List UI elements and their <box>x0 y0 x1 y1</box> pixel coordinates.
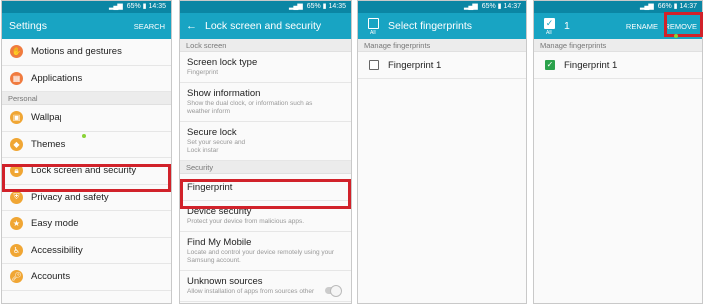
settings-item-secure-lock[interactable]: Secure lock Set your secure and Lock ins… <box>180 122 351 161</box>
app-bar: All Select fingerprints <box>358 13 526 39</box>
select-all-checkbox[interactable] <box>368 18 379 29</box>
settings-item-label: Applications <box>31 72 83 84</box>
settings-item-device-security[interactable]: Device security Protect your device from… <box>180 201 351 232</box>
fingerprint-label: Fingerprint 1 <box>388 59 442 71</box>
item-title: Device security <box>187 206 252 217</box>
battery-icon: ▮ <box>322 3 327 10</box>
battery-icon: ▮ <box>673 3 678 10</box>
settings-item-label: Themes <box>31 138 66 150</box>
item-title: Show information <box>187 88 261 99</box>
status-bar: ▂▄▆ 65% ▮ 14:35 <box>2 1 171 13</box>
settings-item-unknown-sources[interactable]: Unknown sources Allow installation of ap… <box>180 271 351 302</box>
app-bar: Settings SEARCH <box>2 13 171 39</box>
battery-level: 65% <box>481 3 496 10</box>
settings-item-label: Lock screen and security <box>31 165 137 177</box>
settings-item-label: Wallpaper <box>31 112 61 124</box>
battery-level: 66% <box>657 3 672 10</box>
touch-indicator <box>82 133 86 138</box>
item-subtitle: Locate and control your device remotely … <box>187 249 335 264</box>
unknown-sources-toggle[interactable] <box>325 285 342 297</box>
page-title: Settings <box>9 20 47 32</box>
clock: 14:37 <box>679 3 697 10</box>
section-header-security: Security <box>180 161 351 174</box>
remove-fingerprints-screen: ▂▄▆ 66% ▮ 14:37 ✓ All 1 RENAME REMOVE Ma… <box>533 0 703 304</box>
item-subtitle: Protect your device from malicious apps. <box>187 218 305 225</box>
status-bar: ▂▄▆ 65% ▮ 14:35 <box>180 1 351 13</box>
search-button[interactable]: SEARCH <box>134 22 165 31</box>
app-bar: ← Lock screen and security <box>180 13 351 39</box>
settings-item-privacy[interactable]: ⛨ Privacy and safety <box>2 184 171 211</box>
status-bar: ▂▄▆ 66% ▮ 14:37 <box>534 1 702 13</box>
wallpaper-icon: ▣ <box>10 111 23 125</box>
gesture-icon: ✋ <box>10 45 23 59</box>
battery-level: 65% <box>306 3 321 10</box>
settings-item-label: Motions and gestures <box>31 46 122 58</box>
section-header-personal: Personal <box>2 92 171 105</box>
status-bar: ▂▄▆ 65% ▮ 14:37 <box>358 1 526 13</box>
item-subtitle: Fingerprint <box>187 69 219 76</box>
settings-item-accessibility[interactable]: ♿︎ Accessibility <box>2 237 171 264</box>
battery-icon: ▮ <box>142 3 147 10</box>
section-header-manage-fingerprints: Manage fingerprints <box>358 39 526 52</box>
select-all-checkbox[interactable]: ✓ <box>544 18 555 29</box>
item-subtitle: Allow installation of apps from sources … <box>187 288 315 295</box>
settings-item-wallpaper[interactable]: ▣ Wallpaper <box>2 105 171 132</box>
clock: 14:37 <box>503 3 521 10</box>
privacy-icon: ⛨ <box>10 190 23 204</box>
fingerprint-list-item[interactable]: Fingerprint 1 <box>358 52 526 79</box>
page-title: Lock screen and security <box>205 20 322 32</box>
battery-level: 65% <box>126 3 141 10</box>
rename-button[interactable]: RENAME <box>626 22 658 31</box>
settings-item-screen-lock-type[interactable]: Screen lock type Fingerprint <box>180 52 351 83</box>
fingerprint-list-item[interactable]: ✓ Fingerprint 1 <box>534 52 702 79</box>
settings-item-show-information[interactable]: Show information Show the dual clock, or… <box>180 83 351 122</box>
fingerprint-label: Fingerprint 1 <box>564 59 618 71</box>
settings-item-lock-screen[interactable]: 🔒︎ Lock screen and security <box>2 158 171 185</box>
settings-item-themes[interactable]: ◆ Themes <box>2 131 171 158</box>
item-title: Find My Mobile <box>187 237 252 248</box>
settings-item-fingerprint[interactable]: Fingerprint <box>180 174 351 201</box>
signal-icon: ▂▄▆ <box>640 3 654 10</box>
fingerprint-checkbox[interactable]: ✓ <box>545 60 555 70</box>
select-fingerprints-screen: ▂▄▆ 65% ▮ 14:37 All Select fingerprints … <box>357 0 527 304</box>
settings-screen: ▂▄▆ 65% ▮ 14:35 Settings SEARCH ✋ Motion… <box>1 0 172 304</box>
remove-button[interactable]: REMOVE <box>664 22 697 31</box>
signal-icon: ▂▄▆ <box>289 3 303 10</box>
settings-item-motions[interactable]: ✋ Motions and gestures <box>2 39 171 66</box>
item-subtitle: Set your secure and Lock instar <box>187 139 246 154</box>
item-title: Screen lock type <box>187 57 258 68</box>
signal-icon: ▂▄▆ <box>109 3 123 10</box>
page-title: Select fingerprints <box>388 20 473 32</box>
easy-mode-icon: ★ <box>10 217 23 231</box>
select-all-label: All <box>370 30 376 36</box>
clock: 14:35 <box>148 3 166 10</box>
selected-count: 1 <box>564 20 570 32</box>
settings-item-accounts[interactable]: 🔑︎ Accounts <box>2 264 171 291</box>
accounts-icon: 🔑︎ <box>10 270 23 284</box>
item-title: Fingerprint <box>187 182 233 193</box>
fingerprint-checkbox[interactable] <box>369 60 379 70</box>
themes-icon: ◆ <box>10 137 23 151</box>
settings-item-label: Easy mode <box>31 218 79 230</box>
section-header-lock-screen: Lock screen <box>180 39 351 52</box>
lock-icon: 🔒︎ <box>10 164 23 178</box>
touch-indicator <box>674 34 678 38</box>
select-all-label: All <box>546 30 552 36</box>
lock-screen-security-screen: ▂▄▆ 65% ▮ 14:35 ← Lock screen and securi… <box>179 0 352 304</box>
settings-item-label: Privacy and safety <box>31 191 109 203</box>
settings-item-find-my-mobile[interactable]: Find My Mobile Locate and control your d… <box>180 232 351 271</box>
clock: 14:35 <box>328 3 346 10</box>
signal-icon: ▂▄▆ <box>464 3 478 10</box>
settings-item-easy-mode[interactable]: ★ Easy mode <box>2 211 171 238</box>
accessibility-icon: ♿︎ <box>10 243 23 257</box>
settings-item-label: Accounts <box>31 271 71 283</box>
settings-item-label: Accessibility <box>31 244 83 256</box>
item-subtitle: Show the dual clock, or information such… <box>187 100 313 115</box>
item-title: Secure lock <box>187 127 237 138</box>
section-header-manage-fingerprints: Manage fingerprints <box>534 39 702 52</box>
back-arrow-icon[interactable]: ← <box>186 20 197 32</box>
applications-icon: ▦ <box>10 71 23 85</box>
battery-icon: ▮ <box>497 3 502 10</box>
settings-item-applications[interactable]: ▦ Applications <box>2 65 171 92</box>
